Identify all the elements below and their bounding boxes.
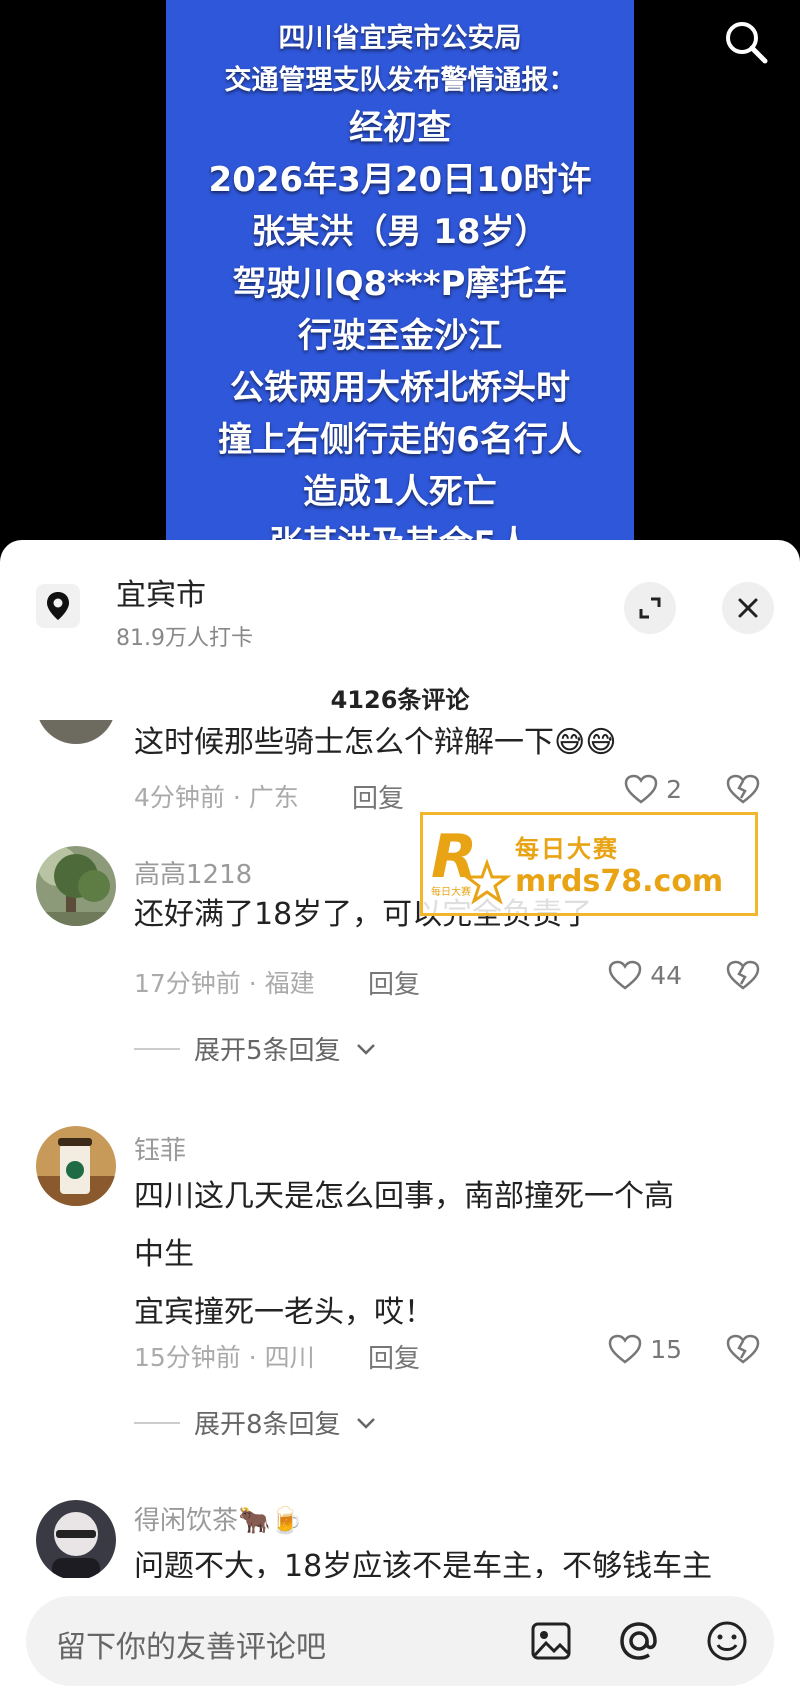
avatar[interactable] <box>36 846 116 926</box>
watermark-url: mrds78.com <box>515 864 724 899</box>
comment-text: 四川这几天是怎么回事，南部撞死一个高 中生 宜宾撞死一老头，哎！ <box>134 1168 740 1342</box>
avatar[interactable] <box>36 1126 116 1206</box>
search-icon <box>726 22 768 64</box>
close-button[interactable] <box>722 582 774 634</box>
heart-icon <box>608 1334 642 1364</box>
svg-text:每日大赛: 每日大赛 <box>431 885 471 898</box>
at-icon <box>620 1622 657 1660</box>
chevron-down-icon <box>356 1043 375 1055</box>
dislike-button[interactable] <box>726 960 760 994</box>
comment-sheet: 宜宾市 81.9万人打卡 4126条评论 这时候那些骑士怎么个辩解一下😅😅 4分… <box>0 540 800 1704</box>
reply-button[interactable]: 回复 <box>368 964 420 1001</box>
watermark: R 每日大赛 每日大赛 mrds78.com <box>420 812 758 916</box>
comment-meta: 15分钟前 · 四川 <box>134 1343 315 1372</box>
comment-meta: 17分钟前 · 福建 <box>134 969 315 998</box>
divider <box>134 1047 180 1050</box>
expand-replies-button[interactable]: 展开8条回复 <box>134 1404 377 1441</box>
notice-line: 公铁两用大桥北桥头时 <box>230 368 570 408</box>
like-button[interactable]: 15 <box>608 1334 682 1364</box>
video-area[interactable]: 四川省宜宾市公安局 交通管理支队发布警情通报： 经初查 2026年3月20日10… <box>0 0 800 560</box>
reply-button[interactable]: 回复 <box>368 1338 420 1375</box>
location-checkins: 81.9万人打卡 <box>116 626 253 651</box>
notice-line: 四川省宜宾市公安局 <box>278 23 522 54</box>
expand-replies-button[interactable]: 展开5条回复 <box>134 1030 377 1067</box>
like-count: 44 <box>650 960 682 990</box>
heart-icon <box>624 774 658 804</box>
notice-line: 交通管理支队发布警情通报： <box>224 65 576 96</box>
broken-heart-icon <box>726 774 760 804</box>
smiley-icon <box>707 1621 747 1661</box>
expand-replies-label: 展开5条回复 <box>194 1036 341 1066</box>
notice-line: 撞上右侧行走的6名行人 <box>218 420 582 460</box>
expand-replies-label: 展开8条回复 <box>194 1410 341 1440</box>
image-button[interactable] <box>528 1618 574 1664</box>
expand-icon <box>639 597 661 619</box>
dislike-button[interactable] <box>726 774 760 808</box>
dislike-button[interactable] <box>726 1334 760 1368</box>
notice-line: 张某洪（男 18岁） <box>251 212 549 252</box>
search-button[interactable] <box>718 14 774 70</box>
like-button[interactable]: 44 <box>608 960 682 990</box>
comments-count: 4126条评论 <box>330 686 470 714</box>
notice-line: 2026年3月20日10时许 <box>208 160 592 200</box>
watermark-cn: 每日大赛 <box>515 835 619 863</box>
notice-line: 造成1人死亡 <box>303 472 497 512</box>
broken-heart-icon <box>726 1334 760 1364</box>
avatar[interactable] <box>36 720 116 744</box>
mention-button[interactable] <box>616 1618 662 1664</box>
avatar[interactable] <box>36 1500 116 1580</box>
notice-line: 行驶至金沙江 <box>298 316 502 356</box>
heart-icon <box>608 960 642 990</box>
location-pin-icon <box>36 584 80 628</box>
expand-button[interactable] <box>624 582 676 634</box>
location-name: 宜宾市 <box>116 578 206 613</box>
like-count: 15 <box>650 1334 682 1364</box>
watermark-text: 每日大赛 mrds78.com <box>515 829 723 899</box>
divider <box>134 1421 180 1424</box>
comment-input-placeholder: 留下你的友善评论吧 <box>56 1630 326 1665</box>
svg-text:R: R <box>431 822 477 892</box>
comment-username[interactable]: 钰菲 <box>134 1130 186 1167</box>
close-icon <box>738 598 758 618</box>
like-button[interactable]: 2 <box>624 774 682 804</box>
comment-text-line: 四川这几天是怎么回事，南部撞死一个高 <box>134 1179 674 1214</box>
notice-line: 驾驶川Q8***P摩托车 <box>232 264 568 304</box>
comment-meta: 4分钟前 · 广东 <box>134 783 299 812</box>
watermark-logo: R 每日大赛 <box>423 815 515 913</box>
comment-username[interactable]: 得闲饮茶🐂🍺 <box>134 1500 303 1537</box>
image-icon <box>531 1622 571 1660</box>
emoji-button[interactable] <box>704 1618 750 1664</box>
chevron-down-icon <box>356 1417 375 1429</box>
comment-text-line: 中生 <box>134 1237 194 1272</box>
notice-text: 四川省宜宾市公安局 交通管理支队发布警情通报： 经初查 2026年3月20日10… <box>166 18 634 560</box>
broken-heart-icon <box>726 960 760 990</box>
location-row[interactable]: 宜宾市 81.9万人打卡 <box>0 540 800 651</box>
police-notice-panel: 四川省宜宾市公安局 交通管理支队发布警情通报： 经初查 2026年3月20日10… <box>166 0 634 560</box>
notice-line: 经初查 <box>349 108 451 148</box>
comment-text: 这时候那些骑士怎么个辩解一下😅😅 <box>134 725 617 760</box>
reply-button[interactable]: 回复 <box>352 778 404 815</box>
like-count: 2 <box>666 774 682 804</box>
comment-input[interactable]: 留下你的友善评论吧 <box>26 1596 774 1686</box>
